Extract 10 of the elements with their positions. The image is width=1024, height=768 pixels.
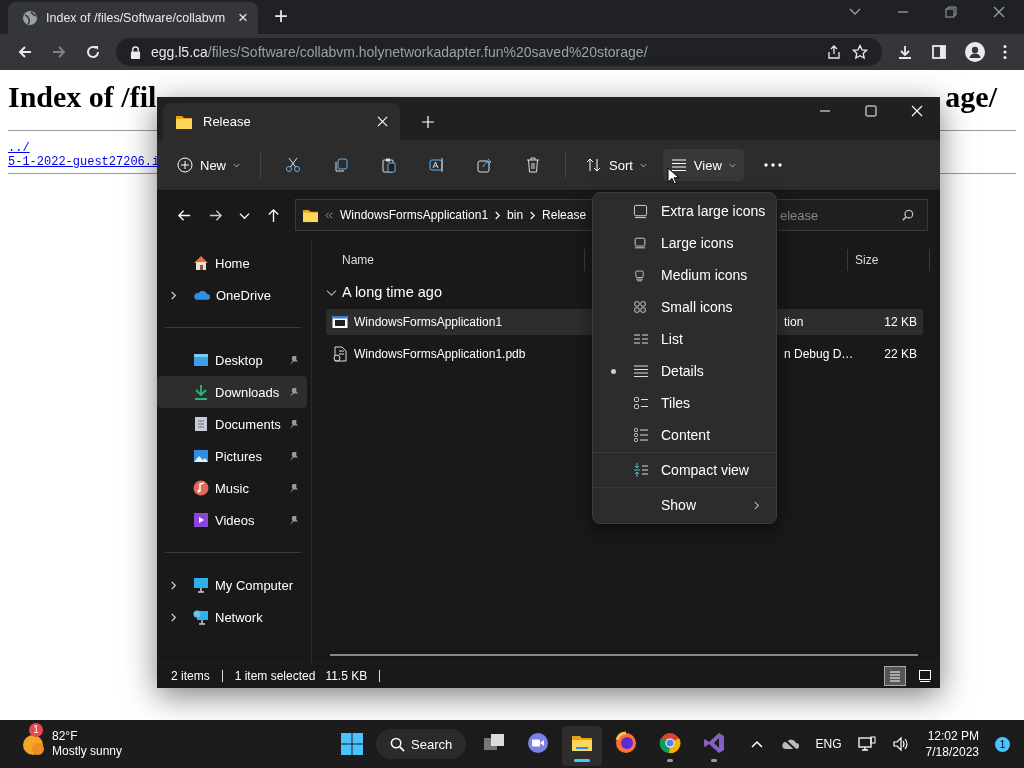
tab-title: Index of /files/Software/collabvm bbox=[46, 11, 227, 25]
temperature: 82°F bbox=[52, 729, 79, 744]
url-text: egg.l5.ca/files/Software/collabvm.holynetworkadapter.fun%20saved%20storage/ bbox=[151, 44, 648, 60]
selection-size: 11.5 KB bbox=[325, 669, 368, 683]
item-count: 2 items bbox=[171, 669, 210, 683]
page-heading: age/ bbox=[945, 80, 997, 114]
page-heading: Index of /fil bbox=[8, 80, 157, 114]
notification-badge: 1 bbox=[29, 723, 43, 737]
weather-text: Mostly sunny bbox=[52, 744, 123, 759]
selection-info: 1 item selected bbox=[234, 669, 316, 683]
